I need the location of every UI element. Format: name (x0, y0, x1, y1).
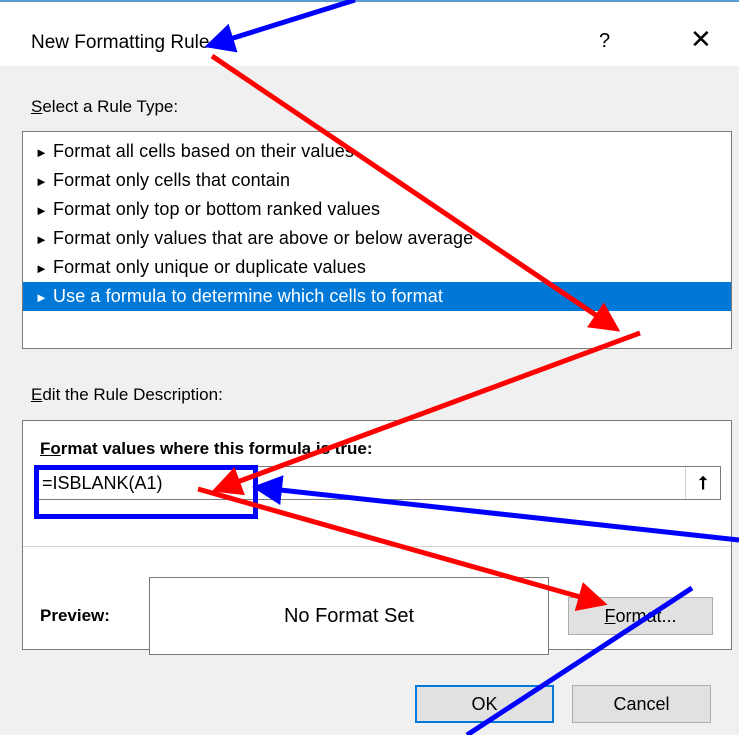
ok-button[interactable]: OK (415, 685, 554, 723)
rule-type-list[interactable]: ► Format all cells based on their values … (22, 131, 732, 349)
rule-type-item[interactable]: ► Format only unique or duplicate values (23, 253, 731, 282)
rule-type-item[interactable]: ► Format only cells that contain (23, 166, 731, 195)
formula-label: Format values where this formula is true… (40, 439, 373, 458)
rule-description-label: Edit the Rule Description: (31, 385, 223, 404)
divider (23, 546, 731, 547)
pointer-icon: ► (35, 145, 48, 160)
format-button[interactable]: Format... (568, 597, 713, 635)
preview-box: No Format Set (149, 577, 549, 655)
close-button[interactable]: ✕ (690, 26, 712, 52)
pointer-icon: ► (35, 203, 48, 218)
pointer-icon: ► (35, 290, 48, 305)
pointer-icon: ► (35, 261, 48, 276)
pointer-icon: ► (35, 232, 48, 247)
rule-type-item[interactable]: ► Format all cells based on their values (23, 137, 731, 166)
rule-type-label: Select a Rule Type: (31, 97, 179, 116)
rule-type-item[interactable]: ► Format only values that are above or be… (23, 224, 731, 253)
dialog-title: New Formatting Rule (31, 32, 210, 53)
preview-label: Preview: (40, 606, 110, 625)
title-bar: New Formatting Rule ? ✕ (0, 2, 739, 66)
annotation-highlight-box (34, 465, 258, 519)
rule-description-panel: Format values where this formula is true… (22, 420, 732, 655)
collapse-dialog-button[interactable]: ⭡ (685, 467, 720, 499)
cancel-button[interactable]: Cancel (572, 685, 711, 723)
help-button[interactable]: ? (599, 30, 610, 53)
rule-type-item-selected[interactable]: ► Use a formula to determine which cells … (23, 282, 731, 311)
rule-type-item[interactable]: ► Format only top or bottom ranked values (23, 195, 731, 224)
pointer-icon: ► (35, 174, 48, 189)
